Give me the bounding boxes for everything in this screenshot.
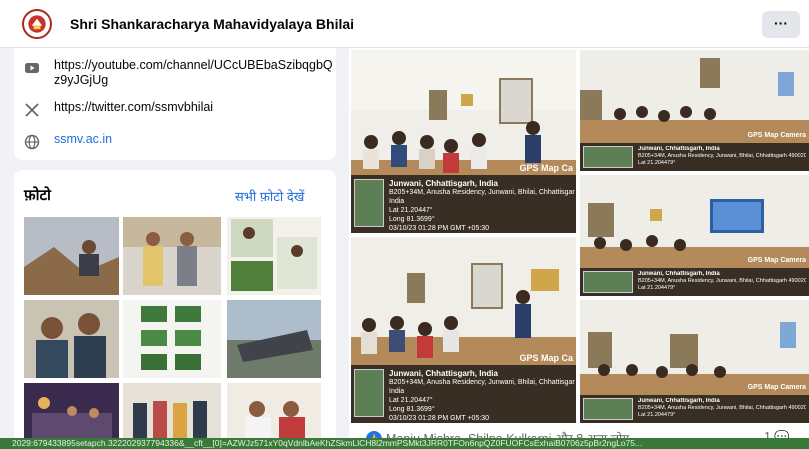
gps-overlay: GPS Map Ca Junwani, Chhattisgarh, India … bbox=[351, 163, 576, 233]
youtube-icon bbox=[25, 63, 39, 73]
classroom-photo[interactable]: Junwani, Chhattisgarh, India B205+34M, A… bbox=[580, 50, 809, 171]
gps-lat: Lat 21.204479° bbox=[638, 285, 676, 291]
gps-badge: GPS Map Ca bbox=[519, 163, 573, 173]
gps-overlay: Junwani, Chhattisgarh, India B205+34M, A… bbox=[580, 132, 809, 171]
gps-location-title: Junwani, Chhattisgarh, India bbox=[638, 146, 720, 152]
gps-long: Long 81.3699° bbox=[389, 216, 435, 223]
gps-address-line: India bbox=[389, 198, 405, 205]
gps-datetime: 03/10/23 01:28 PM GMT +05:30 bbox=[389, 225, 490, 232]
photo-thumbnail[interactable] bbox=[24, 300, 119, 378]
photo-thumbnail[interactable] bbox=[123, 300, 221, 378]
map-thumbnail bbox=[583, 146, 633, 168]
photo-thumbnail[interactable] bbox=[227, 300, 321, 378]
gps-badge: GPS Map Camera bbox=[747, 132, 806, 139]
post-photo-grid: GPS Map Ca Junwani, Chhattisgarh, India … bbox=[349, 48, 809, 449]
gps-location-title: Junwani, Chhattisgarh, India bbox=[638, 271, 720, 277]
more-options-button[interactable]: ··· bbox=[762, 11, 800, 38]
youtube-link-row[interactable]: https://youtube.com/channel/UCcUBEbaSzib… bbox=[24, 58, 334, 88]
gps-overlay: Junwani, Chhattisgarh, India B205+34M, A… bbox=[580, 384, 809, 423]
twitter-link[interactable]: https://twitter.com/ssmvbhilai bbox=[54, 100, 334, 115]
classroom-photo[interactable]: GPS Map Ca Junwani, Chhattisgarh, India … bbox=[351, 237, 576, 423]
gps-lat: Lat 21.20447° bbox=[389, 397, 433, 404]
gps-badge: GPS Map Camera bbox=[747, 384, 806, 391]
map-thumbnail bbox=[583, 398, 633, 420]
gps-badge: GPS Map Camera bbox=[747, 257, 806, 264]
map-thumbnail bbox=[583, 271, 633, 293]
twitter-link-row[interactable]: https://twitter.com/ssmvbhilai bbox=[24, 100, 334, 118]
x-twitter-icon bbox=[25, 103, 39, 117]
gps-lat: Lat 21.204479° bbox=[638, 160, 676, 166]
map-thumbnail bbox=[354, 179, 384, 227]
gps-location-title: Junwani, Chhattisgarh, India bbox=[389, 179, 498, 188]
gps-datetime: 03/10/23 01:28 PM GMT +05:30 bbox=[389, 415, 490, 422]
map-thumbnail bbox=[354, 369, 384, 417]
globe-icon bbox=[24, 134, 40, 150]
gps-location-title: Junwani, Chhattisgarh, India bbox=[389, 369, 498, 378]
status-url-bar: 2029:679433895setapch.322202937794336&__… bbox=[0, 438, 809, 449]
photos-title: फ़ोटो bbox=[24, 187, 51, 204]
gps-address-line: B205+34M, Anusha Residency, Junwani, Bhi… bbox=[638, 278, 806, 284]
gps-address-line: India bbox=[389, 388, 405, 395]
classroom-photo[interactable]: GPS Map Ca Junwani, Chhattisgarh, India … bbox=[351, 50, 576, 233]
see-all-photos-link[interactable]: सभी फ़ोटो देखें bbox=[235, 187, 304, 205]
gps-long: Long 81.3699° bbox=[389, 406, 435, 413]
classroom-photo[interactable]: Junwani, Chhattisgarh, India B205+34M, A… bbox=[580, 300, 809, 423]
photo-thumbnail[interactable] bbox=[227, 217, 321, 295]
youtube-link[interactable]: https://youtube.com/channel/UCcUBEbaSzib… bbox=[54, 58, 334, 88]
college-logo[interactable] bbox=[22, 9, 52, 39]
page-title[interactable]: Shri Shankaracharya Mahavidyalaya Bhilai bbox=[70, 16, 354, 32]
gps-lat: Lat 21.204479° bbox=[638, 412, 676, 418]
gps-address-line: B205+34M, Anusha Residency, Junwani, Bhi… bbox=[389, 189, 575, 196]
gps-overlay: Junwani, Chhattisgarh, India B205+34M, A… bbox=[580, 257, 809, 296]
classroom-photo[interactable]: Junwani, Chhattisgarh, India B205+34M, A… bbox=[580, 175, 809, 296]
photos-card: फ़ोटो सभी फ़ोटो देखें bbox=[14, 170, 336, 449]
photo-thumbnail[interactable] bbox=[24, 217, 119, 295]
gps-lat: Lat 21.20447° bbox=[389, 207, 433, 214]
gps-overlay: GPS Map Ca Junwani, Chhattisgarh, India … bbox=[351, 353, 576, 423]
college-seal-logo-icon bbox=[25, 12, 49, 36]
photo-thumbnail[interactable] bbox=[123, 217, 221, 295]
website-link-row[interactable]: ssmv.ac.in bbox=[24, 132, 334, 150]
gps-address-line: B205+34M, Anusha Residency, Junwani, Bhi… bbox=[638, 153, 806, 159]
gps-location-title: Junwani, Chhattisgarh, India bbox=[638, 398, 720, 404]
gps-badge: GPS Map Ca bbox=[519, 353, 573, 363]
gps-address-line: B205+34M, Anusha Residency, Junwani, Bhi… bbox=[638, 405, 806, 411]
page-header: Shri Shankaracharya Mahavidyalaya Bhilai… bbox=[0, 0, 809, 48]
website-link[interactable]: ssmv.ac.in bbox=[54, 132, 334, 147]
gps-address-line: B205+34M, Anusha Residency, Junwani, Bhi… bbox=[389, 379, 575, 386]
intro-card: https://youtube.com/channel/UCcUBEbaSzib… bbox=[14, 48, 336, 160]
